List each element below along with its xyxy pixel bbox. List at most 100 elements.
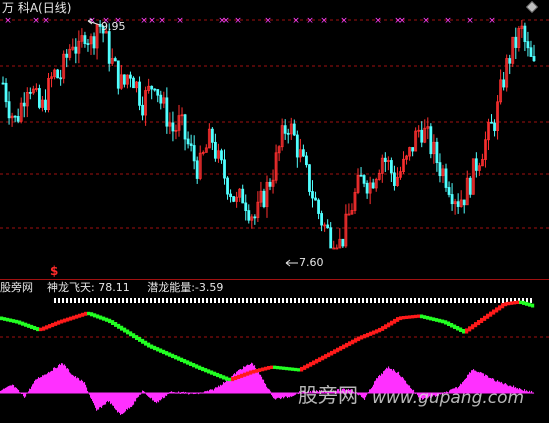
- min-price-label: 7.60: [299, 256, 324, 269]
- tick: [314, 298, 316, 303]
- tick: [322, 298, 324, 303]
- dragon-step: [219, 374, 223, 379]
- candle-body: [365, 182, 369, 194]
- cross-mark: ×: [148, 16, 156, 26]
- tick: [174, 298, 176, 303]
- cross-mark: ×: [398, 16, 406, 26]
- candle: [198, 145, 202, 181]
- hist-bar: [10, 385, 12, 393]
- tick: [98, 298, 100, 303]
- candle: [517, 26, 521, 52]
- dragon-step: [465, 328, 469, 334]
- hist-bar: [242, 369, 244, 393]
- hist-bar: [90, 393, 92, 398]
- dragon-step: [408, 315, 412, 319]
- tick: [474, 298, 476, 303]
- tick: [386, 298, 388, 303]
- candle: [86, 39, 90, 52]
- hist-bar: [284, 393, 286, 398]
- hist-bar: [61, 363, 63, 393]
- dragon-step: [21, 321, 25, 326]
- tick: [62, 298, 64, 303]
- candle: [174, 124, 178, 140]
- hist-bar: [49, 372, 51, 393]
- dragon-step: [81, 312, 85, 317]
- candle: [371, 178, 375, 189]
- dragon-step: [270, 365, 274, 369]
- hist-bar: [84, 382, 86, 393]
- hist-label: 潜龙能量:: [147, 281, 195, 294]
- candle: [153, 88, 157, 92]
- candle: [523, 22, 527, 52]
- dragon-step: [261, 367, 265, 372]
- candle: [356, 168, 360, 195]
- dragon-step: [324, 354, 328, 359]
- diamond-icon[interactable]: [526, 1, 538, 13]
- candle: [441, 164, 445, 183]
- dragon-step: [237, 374, 241, 379]
- hist-bar: [369, 389, 371, 393]
- dragon-step: [111, 320, 115, 325]
- dragon-step: [33, 325, 37, 331]
- candle: [308, 164, 311, 196]
- cross-mark: ×: [222, 16, 230, 26]
- hist-bar: [248, 364, 250, 393]
- hist-bar: [210, 389, 212, 393]
- dragon-step: [36, 327, 40, 332]
- hist-bar: [64, 364, 66, 393]
- candle-body: [308, 164, 311, 192]
- hist-bar: [240, 369, 242, 393]
- candle-body: [326, 224, 330, 229]
- dragon-step: [453, 324, 457, 329]
- dragon-step: [387, 322, 391, 328]
- candle: [126, 74, 129, 89]
- hist-bar: [361, 393, 363, 398]
- hist-bar: [264, 382, 266, 393]
- hist-bar: [155, 393, 157, 402]
- hist-bar: [16, 387, 18, 393]
- hist-bar: [82, 380, 84, 393]
- candle: [116, 60, 120, 95]
- candle: [77, 30, 81, 64]
- cross-mark: ×: [306, 16, 314, 26]
- candle-body: [192, 145, 196, 162]
- hist-bar: [225, 382, 227, 393]
- dragon-step: [420, 314, 424, 319]
- hist-bar: [156, 393, 158, 404]
- candle: [132, 76, 135, 89]
- hist-bar: [5, 387, 7, 393]
- dragon-step: [216, 372, 220, 378]
- candle: [450, 183, 454, 211]
- candle: [508, 54, 512, 75]
- candle-body: [332, 247, 336, 250]
- dragon-step: [156, 347, 160, 352]
- dragon-step: [483, 315, 487, 321]
- tick-strip: [54, 298, 532, 303]
- candle: [435, 137, 439, 172]
- hist-bar: [100, 393, 102, 407]
- candle: [95, 23, 99, 60]
- candle-body: [371, 182, 375, 189]
- dragon-step: [42, 326, 46, 331]
- tick: [426, 298, 428, 303]
- hist-bar: [31, 386, 33, 393]
- dragon-step: [318, 357, 322, 362]
- candle: [271, 169, 275, 194]
- dragon-step: [189, 361, 193, 366]
- candle: [277, 145, 281, 162]
- hist-bar: [7, 386, 9, 393]
- dragon-step: [234, 375, 238, 381]
- candle-body: [186, 138, 190, 145]
- candle-body: [435, 141, 439, 164]
- candle: [365, 180, 369, 199]
- candle: [338, 228, 342, 249]
- candle: [162, 91, 166, 109]
- candle: [241, 184, 245, 204]
- dragon-step: [69, 316, 73, 321]
- candle: [68, 44, 72, 61]
- dragon-step: [345, 342, 349, 348]
- tick: [450, 298, 452, 303]
- hist-bar: [42, 375, 44, 393]
- price-grid: [0, 19, 549, 229]
- dragon-step: [528, 302, 532, 307]
